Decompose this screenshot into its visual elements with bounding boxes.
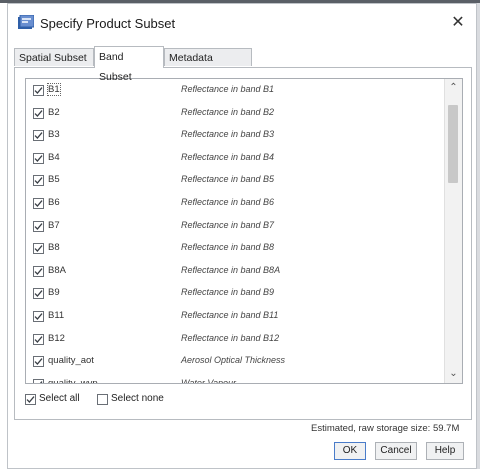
band-description: Reflectance in band B4 [181, 151, 275, 162]
band-description: Reflectance in band B8 [181, 242, 275, 253]
band-name: B11 [48, 310, 65, 321]
band-name: B7 [48, 219, 60, 231]
band-checkbox[interactable] [33, 356, 44, 368]
band-list[interactable]: B1 Reflectance in band B1 B2 Reflectance in… [25, 78, 463, 384]
selection-controls: Select all Select none [25, 390, 325, 410]
band-name: B9 [48, 287, 60, 299]
band-description: Reflectance in band B8A [181, 264, 281, 275]
band-checkbox[interactable] [33, 288, 44, 300]
select-all-checkbox[interactable] [25, 394, 36, 405]
band-description: Reflectance in band B12 [181, 332, 280, 343]
band-row[interactable]: quality_wvp Water Vapour [26, 375, 444, 384]
tab-bar: Spatial Subset Band Subset Metadata Subs… [14, 46, 464, 83]
scroll-down-arrow-icon[interactable]: ⌄ [445, 365, 462, 383]
band-row[interactable]: B1 Reflectance in band B1 [26, 81, 444, 103]
band-name: B1 [47, 83, 61, 96]
band-checkbox[interactable] [33, 175, 44, 187]
band-checkbox[interactable] [33, 152, 44, 164]
cancel-button[interactable]: Cancel [375, 442, 417, 460]
band-name: B12 [48, 332, 65, 344]
band-description: Reflectance in band B9 [181, 287, 275, 298]
band-row[interactable]: B12 Reflectance in band B12 [26, 330, 444, 352]
help-button[interactable]: Help [426, 442, 464, 460]
band-description: Reflectance in band B11 [181, 310, 279, 320]
band-row[interactable]: B5 Reflectance in band B5 [26, 171, 444, 193]
vertical-scrollbar[interactable]: ⌃ ⌄ [444, 79, 462, 383]
title-bar[interactable]: Specify Product Subset ✕ [8, 4, 476, 42]
band-description: Reflectance in band B2 [181, 106, 275, 117]
band-description: Reflectance in band B7 [181, 219, 275, 230]
close-icon: ✕ [451, 14, 465, 31]
band-description: Water Vapour [181, 377, 237, 384]
band-name: quality_wvp [48, 377, 98, 384]
ok-button[interactable]: OK [334, 442, 366, 460]
band-name: B8 [48, 242, 60, 254]
dialog-title: Specify Product Subset [40, 16, 176, 31]
band-checkbox[interactable] [33, 243, 44, 255]
select-all-label: Select all [39, 393, 80, 404]
close-button[interactable]: ✕ [446, 12, 470, 34]
band-name: quality_aot [48, 355, 94, 367]
band-row[interactable]: B8A Reflectance in band B8A [26, 262, 444, 284]
band-row[interactable]: B6 Reflectance in band B6 [26, 194, 444, 216]
band-row[interactable]: B3 Reflectance in band B3 [26, 126, 444, 148]
band-checkbox[interactable] [33, 220, 44, 232]
band-row[interactable]: B8 Reflectance in band B8 [26, 239, 444, 261]
band-row[interactable]: B11 Reflectance in band B11 [26, 307, 444, 329]
band-checkbox[interactable] [33, 265, 44, 277]
band-name: B3 [48, 129, 60, 141]
band-description: Reflectance in band B1 [181, 84, 275, 94]
band-description: Reflectance in band B6 [181, 197, 275, 207]
band-checkbox[interactable] [33, 107, 44, 119]
band-subset-panel: B1 Reflectance in band B1 B2 Reflectance in… [14, 67, 472, 420]
tab-spatial-subset[interactable]: Spatial Subset [14, 48, 94, 66]
band-checkbox[interactable] [33, 85, 44, 96]
tab-metadata-subset[interactable]: Metadata Subset [164, 48, 252, 82]
band-description: Reflectance in band B3 [181, 129, 275, 140]
band-row[interactable]: B9 Reflectance in band B9 [26, 284, 444, 306]
band-row[interactable]: quality_aot Aerosol Optical Thickness [26, 352, 444, 374]
scroll-up-arrow-icon[interactable]: ⌃ [445, 79, 462, 97]
band-name: B4 [48, 151, 60, 163]
band-name: B2 [48, 106, 60, 118]
band-checkbox[interactable] [33, 311, 44, 322]
tab-band-subset[interactable]: Band Subset [94, 46, 164, 83]
band-description: Aerosol Optical Thickness [181, 355, 286, 366]
select-none-checkbox[interactable] [97, 394, 108, 405]
band-name: B6 [48, 197, 60, 208]
band-name: B5 [48, 174, 60, 186]
scroll-thumb[interactable] [448, 105, 458, 183]
band-row[interactable]: B4 Reflectance in band B4 [26, 149, 444, 171]
specify-product-subset-dialog: Specify Product Subset ✕ Spatial Subset … [7, 3, 477, 469]
band-checkbox[interactable] [33, 378, 44, 383]
select-none-label: Select none [111, 393, 164, 404]
band-checkbox[interactable] [33, 333, 44, 345]
band-description: Reflectance in band B5 [181, 174, 275, 185]
band-name: B8A [48, 264, 66, 276]
band-checkbox[interactable] [33, 130, 44, 142]
app-window-icon [18, 15, 34, 29]
band-row[interactable]: B7 Reflectance in band B7 [26, 217, 444, 239]
band-checkbox[interactable] [33, 198, 44, 209]
band-row[interactable]: B2 Reflectance in band B2 [26, 104, 444, 126]
estimated-storage-size: Estimated, raw storage size: 59.7M [311, 423, 460, 434]
